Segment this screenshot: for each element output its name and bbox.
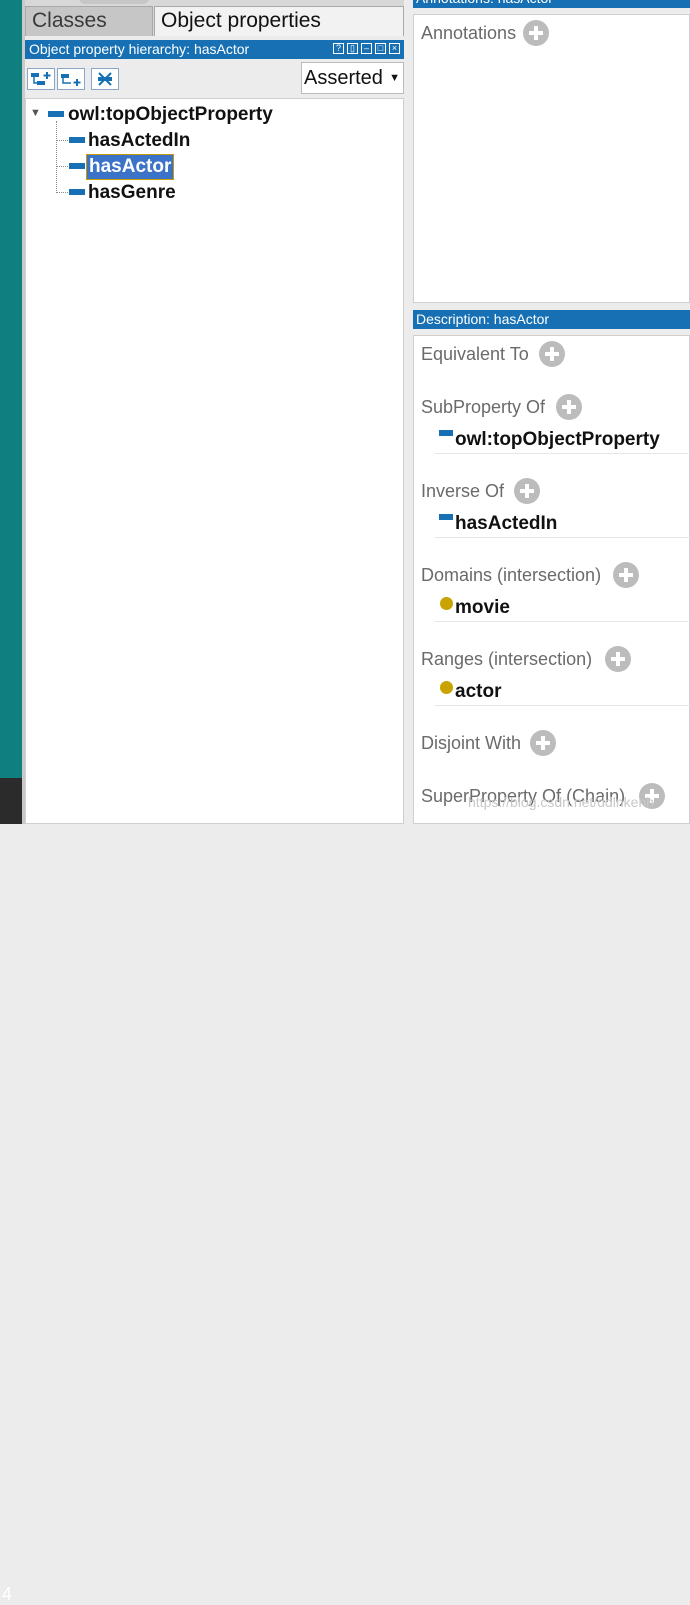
tab-classes[interactable]: Classes [25, 6, 153, 36]
side-strip [0, 0, 22, 778]
range-item-label: actor [455, 681, 502, 702]
class-icon [440, 681, 453, 694]
add-subproperty-button[interactable] [556, 394, 582, 420]
object-property-hierarchy-panel: Object property hierarchy: hasActor ? ▯ … [25, 38, 404, 824]
minimize-icon[interactable]: – [361, 43, 372, 54]
inverse-item[interactable]: hasActedIn [435, 511, 690, 538]
domain-item-label: movie [455, 597, 510, 618]
domain-item[interactable]: movie [435, 595, 690, 622]
range-item[interactable]: actor [435, 679, 690, 706]
object-property-icon [439, 514, 453, 520]
taskbar-corner: 4 [0, 778, 22, 1604]
subproperty-item-label: owl:topObjectProperty [455, 429, 660, 450]
annotations-label: Annotations [421, 23, 517, 43]
add-inverse-button[interactable] [514, 478, 540, 504]
tree-connector [56, 166, 68, 167]
class-icon [440, 597, 453, 610]
domains-label: Domains (intersection) [421, 565, 602, 585]
watermark: https://blog.csdn.net/ddlnkenh [468, 794, 655, 810]
view-mode-select[interactable]: Asserted ▼ [301, 62, 404, 94]
subproperty-item[interactable]: owl:topObjectProperty [435, 427, 690, 454]
delete-property-icon[interactable] [91, 68, 119, 90]
object-property-icon [48, 111, 64, 117]
add-subproperty-icon[interactable] [27, 68, 55, 90]
close-icon[interactable]: × [389, 43, 400, 54]
object-property-icon [69, 189, 85, 195]
add-annotation-button[interactable] [523, 20, 549, 46]
tree-connector [56, 140, 68, 141]
tree-node-hasactor-selected[interactable]: hasActor [86, 154, 175, 180]
object-property-icon [69, 163, 85, 169]
object-property-icon [69, 137, 85, 143]
add-range-button[interactable] [605, 646, 631, 672]
tree-node-root[interactable]: owl:topObjectProperty [68, 103, 273, 127]
tree-node-hasgenre[interactable]: hasGenre [88, 181, 176, 205]
add-sibling-property-icon[interactable] [57, 68, 85, 90]
annotations-header: Annotations: hasActor [413, 0, 690, 8]
disjoint-with-label: Disjoint With [421, 733, 522, 753]
subproperty-of-label: SubProperty Of [421, 397, 546, 417]
corner-digit: 4 [2, 1584, 13, 1604]
tab-bar: Classes Object properties [25, 0, 404, 36]
add-domain-button[interactable] [613, 562, 639, 588]
tree-connector [56, 192, 68, 193]
property-tree: ▼ owl:topObjectProperty hasActedIn hasAc… [25, 98, 404, 824]
equivalent-to-label: Equivalent To [421, 344, 529, 364]
inverse-of-label: Inverse Of [421, 481, 505, 501]
add-equivalent-button[interactable] [539, 341, 565, 367]
ranges-label: Ranges (intersection) [421, 649, 593, 669]
help-icon[interactable]: ? [333, 43, 344, 54]
add-disjoint-button[interactable] [530, 730, 556, 756]
view-mode-value: Asserted [304, 67, 383, 89]
expand-arrow-icon[interactable]: ▼ [30, 107, 41, 119]
object-property-icon [439, 430, 453, 436]
float-icon[interactable]: ▯ [347, 43, 358, 54]
chevron-down-icon: ▼ [389, 72, 400, 84]
panel-title: Object property hierarchy: hasActor [29, 41, 250, 57]
tab-overflow [79, 0, 149, 4]
description-header: Description: hasActor [413, 310, 690, 329]
tree-connector [56, 121, 57, 193]
inverse-item-label: hasActedIn [455, 513, 558, 534]
tree-node-hasactedin[interactable]: hasActedIn [88, 129, 190, 153]
tab-object-properties[interactable]: Object properties [154, 6, 404, 36]
annotations-box [413, 14, 690, 303]
panel-header: Object property hierarchy: hasActor ? ▯ … [25, 40, 404, 59]
maximize-icon[interactable]: □ [375, 43, 386, 54]
